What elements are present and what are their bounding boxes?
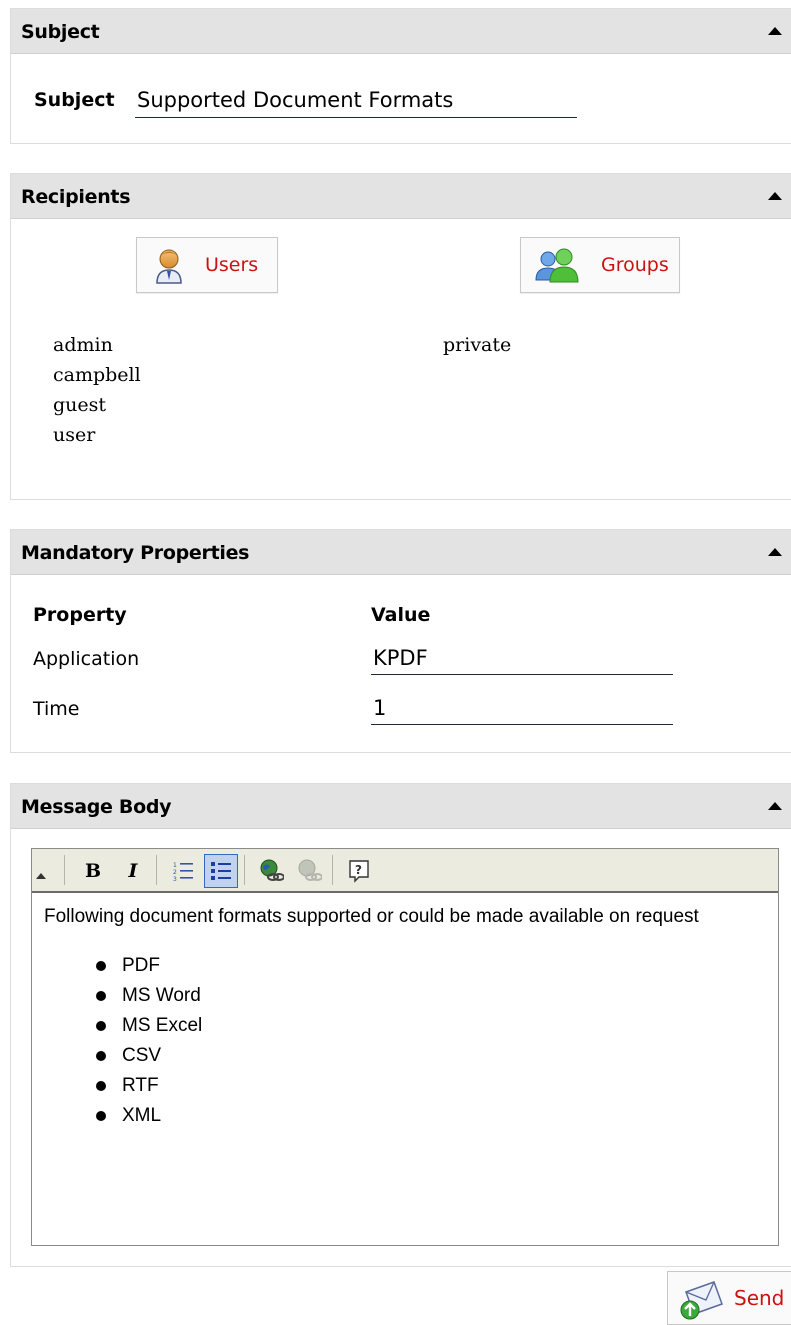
help-button[interactable]: ? — [342, 854, 376, 888]
subject-panel-title: Subject — [21, 21, 100, 43]
format-bullet-list: PDF MS Word MS Excel CSV RTF XML — [44, 951, 766, 1131]
svg-text:?: ? — [355, 863, 362, 877]
list-item: MS Word — [96, 981, 766, 1011]
recipients-panel: Recipients Users Groups admin campbell g… — [10, 173, 791, 500]
subject-input[interactable] — [135, 83, 577, 118]
remove-link-icon — [298, 859, 322, 881]
italic-icon: I — [128, 860, 138, 882]
groups-button[interactable]: Groups — [520, 237, 680, 293]
user-icon — [156, 249, 182, 284]
toolbar-separator — [332, 855, 333, 885]
property-name-time: Time — [33, 698, 80, 720]
subject-panel-header[interactable]: Subject — [11, 9, 791, 54]
svg-text:2: 2 — [173, 869, 177, 876]
property-column-header: Property — [33, 604, 127, 626]
insert-link-button[interactable] — [254, 854, 288, 888]
mandatory-properties-panel: Mandatory Properties Property Value Appl… — [10, 529, 791, 753]
unordered-list-icon — [211, 862, 231, 880]
users-button[interactable]: Users — [136, 237, 278, 293]
recipients-panel-title: Recipients — [21, 186, 131, 208]
remove-link-button[interactable] — [292, 854, 326, 888]
editor-content-area[interactable]: Following document formats supported or … — [32, 893, 778, 1245]
value-column-header: Value — [371, 604, 431, 626]
help-icon: ? — [349, 860, 369, 883]
list-item[interactable]: user — [53, 420, 141, 450]
collapse-arrow-icon[interactable] — [768, 802, 782, 810]
bold-icon: B — [84, 860, 102, 882]
message-body-title: Message Body — [21, 796, 172, 818]
property-value-application[interactable] — [371, 642, 673, 675]
send-button[interactable]: Send — [667, 1271, 791, 1325]
recipients-panel-header[interactable]: Recipients — [11, 174, 791, 219]
group-icon — [535, 248, 579, 283]
list-item[interactable]: campbell — [53, 360, 141, 390]
send-mail-icon — [680, 1281, 723, 1320]
editor-toolbar: B I 1 2 3 ? — [32, 849, 778, 893]
selected-groups-list: private — [443, 330, 511, 360]
bold-button[interactable]: B — [76, 854, 110, 888]
message-body-panel: Message Body B I 1 2 3 ? Following docum… — [10, 783, 791, 1267]
insert-link-icon — [260, 859, 284, 881]
toolbar-separator — [156, 855, 157, 885]
mandatory-properties-header[interactable]: Mandatory Properties — [11, 530, 791, 575]
message-intro-text: Following document formats supported or … — [44, 906, 699, 927]
groups-button-label: Groups — [601, 254, 669, 276]
rich-text-editor: B I 1 2 3 ? Following document formats s… — [31, 848, 779, 1246]
message-body-header[interactable]: Message Body — [11, 784, 791, 829]
toolbar-separator — [244, 855, 245, 885]
list-item[interactable]: admin — [53, 330, 141, 360]
send-button-label: Send — [734, 1286, 785, 1310]
list-item: XML — [96, 1101, 766, 1131]
list-item[interactable]: private — [443, 330, 511, 360]
subject-panel: Subject Subject — [10, 8, 791, 144]
svg-text:1: 1 — [173, 862, 177, 869]
list-item[interactable]: guest — [53, 390, 141, 420]
ordered-list-icon: 1 2 3 — [173, 862, 193, 882]
toolbar-collapse-icon[interactable] — [36, 873, 46, 879]
list-item: PDF — [96, 951, 766, 981]
ordered-list-button[interactable]: 1 2 3 — [166, 854, 200, 888]
mandatory-properties-title: Mandatory Properties — [21, 542, 250, 564]
collapse-arrow-icon[interactable] — [768, 27, 782, 35]
unordered-list-button[interactable] — [204, 854, 238, 888]
italic-button[interactable]: I — [116, 854, 150, 888]
svg-text:3: 3 — [173, 876, 177, 882]
selected-users-list: admin campbell guest user — [53, 330, 141, 450]
list-item: RTF — [96, 1071, 766, 1101]
subject-label: Subject — [34, 89, 115, 111]
property-name-application: Application — [33, 648, 140, 670]
list-item: MS Excel — [96, 1011, 766, 1041]
property-value-time[interactable] — [371, 692, 673, 725]
toolbar-separator — [64, 855, 65, 885]
users-button-label: Users — [205, 254, 259, 276]
list-item: CSV — [96, 1041, 766, 1071]
collapse-arrow-icon[interactable] — [768, 548, 782, 556]
collapse-arrow-icon[interactable] — [768, 192, 782, 200]
